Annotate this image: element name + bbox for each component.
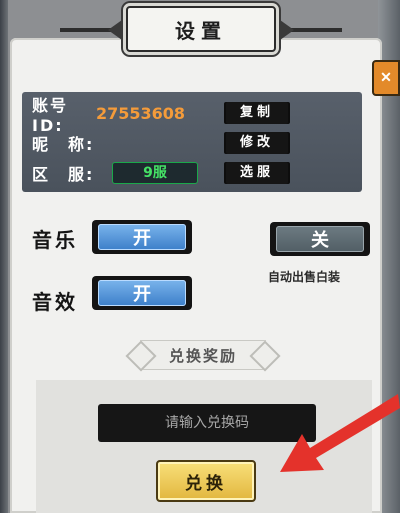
redeem-section-title: 兑换奖励	[140, 340, 266, 370]
title-plate: 设置	[108, 6, 294, 52]
copy-button[interactable]: 复制	[226, 102, 288, 124]
sound-toggle[interactable]: 开	[92, 276, 192, 310]
nickname-label: 昵 称:	[32, 135, 95, 154]
autosell-toggle[interactable]: 关	[270, 222, 370, 256]
edit-nickname-button[interactable]: 修改	[226, 132, 288, 154]
nickname-row: 昵 称:	[32, 130, 96, 156]
account-info-box: 账号ID: 27553608 昵 称: 区 服: 9服 复制 修改 选服	[22, 92, 362, 192]
select-server-button[interactable]: 选服	[226, 162, 288, 184]
music-toggle[interactable]: 开	[92, 220, 192, 254]
autosell-toggle-state: 关	[276, 226, 364, 252]
autosell-label: 自动出售白装	[268, 270, 341, 284]
music-label: 音乐	[32, 228, 78, 252]
music-toggle-state: 开	[98, 224, 186, 250]
pointer-arrow-icon	[280, 394, 400, 472]
close-icon[interactable]: ✕	[372, 60, 400, 96]
page-title: 设置	[175, 18, 227, 43]
left-edge-strip	[0, 0, 8, 513]
server-row: 区 服: 9服	[32, 160, 212, 186]
account-id-value: 27553608	[96, 103, 186, 123]
server-label: 区 服:	[32, 165, 95, 184]
redeem-button[interactable]: 兑换	[156, 460, 256, 502]
server-value-badge: 9服	[112, 162, 198, 184]
sound-label: 音效	[32, 290, 78, 314]
account-id-label: 账号ID:	[32, 95, 69, 135]
sound-toggle-state: 开	[98, 280, 186, 306]
account-id-row: 账号ID: 27553608	[32, 96, 186, 135]
